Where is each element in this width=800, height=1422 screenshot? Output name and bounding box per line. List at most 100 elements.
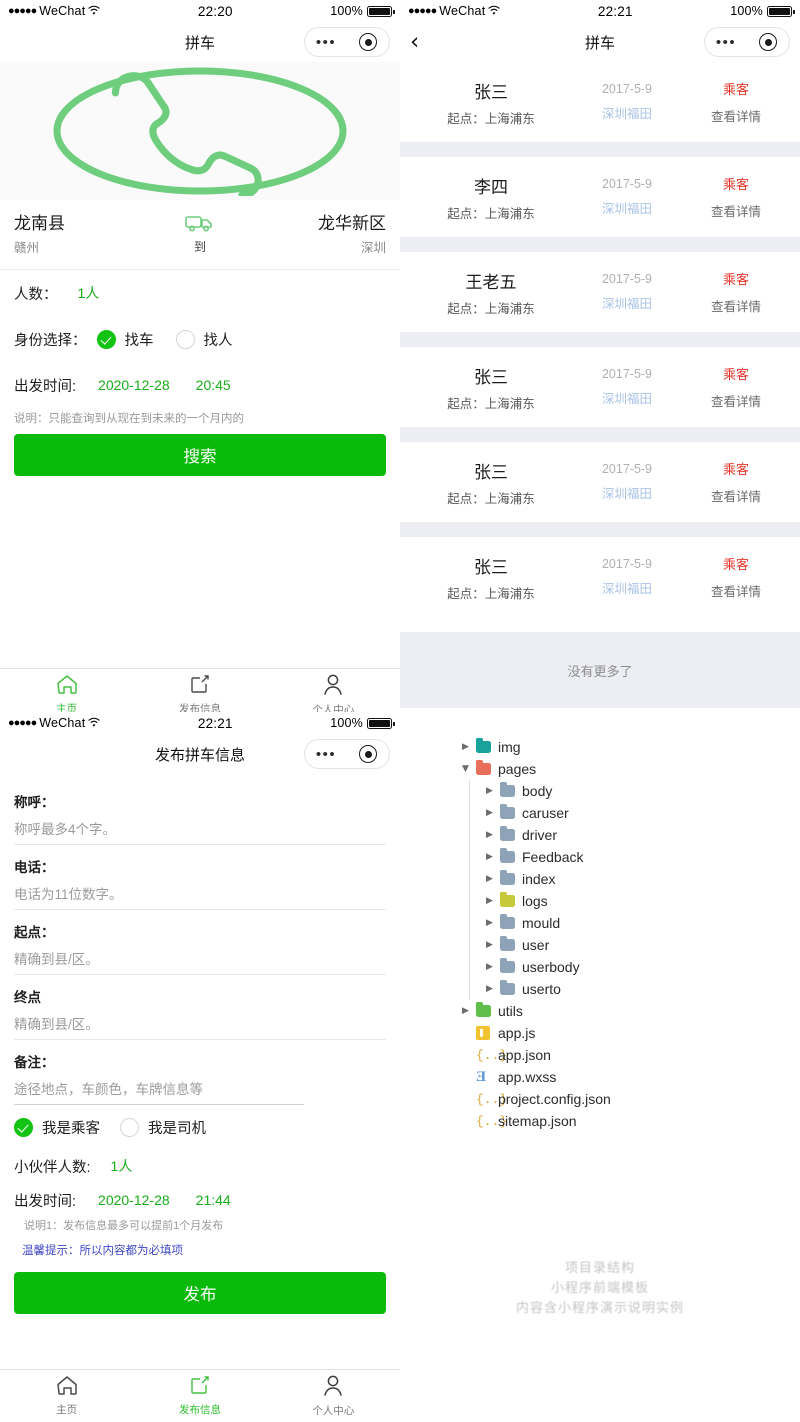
field-phone-input[interactable]: 电话为11位数字。 — [14, 883, 386, 910]
tree-node[interactable]: ▶app.js — [462, 1022, 800, 1044]
list-item-actions[interactable]: 乘客 查看详情 — [688, 364, 784, 410]
identity-option-find-person[interactable]: 找人 — [175, 329, 233, 350]
role-option-driver[interactable]: 我是司机 — [120, 1117, 206, 1138]
depart-time-value[interactable]: 20:45 — [196, 377, 231, 393]
tab-bar-publish: 主页 发布信息 个人中心 — [0, 1369, 400, 1422]
chevron-right-icon[interactable]: ▶ — [462, 742, 476, 752]
field-destination-input[interactable]: 精确到县/区。 — [14, 1013, 386, 1040]
search-note: 说明：只能查询到从现在到未来的一个月内的 — [14, 413, 244, 425]
radio-unchecked-icon[interactable] — [120, 1117, 139, 1137]
field-name-input[interactable]: 称呼最多4个字。 — [14, 818, 386, 845]
view-detail-link[interactable]: 查看详情 — [688, 201, 784, 220]
folder-icon — [500, 848, 522, 863]
chevron-right-icon[interactable]: ▶ — [486, 808, 500, 818]
search-button[interactable]: 搜索 — [14, 434, 386, 476]
more-dots-icon[interactable]: ••• — [705, 35, 747, 50]
battery-percent: 100% — [730, 4, 763, 18]
list-item-actions[interactable]: 乘客 查看详情 — [688, 174, 784, 220]
list-item-actions[interactable]: 乘客 查看详情 — [688, 79, 784, 125]
chevron-right-icon[interactable]: ▶ — [486, 830, 500, 840]
target-circle-icon[interactable] — [747, 33, 789, 51]
chevron-right-icon[interactable]: ▶ — [486, 984, 500, 994]
view-detail-link[interactable]: 查看详情 — [688, 106, 784, 125]
tree-node[interactable]: ▶ img — [462, 736, 800, 758]
field-origin-input[interactable]: 精确到县/区。 — [14, 948, 386, 975]
tree-node[interactable]: ▶{..}project.config.json — [462, 1088, 800, 1110]
more-dots-icon[interactable]: ••• — [305, 747, 347, 762]
list-item[interactable]: 张三 起点：上海浦东 2017-5-9 深圳福田 乘客 查看详情 — [400, 347, 800, 427]
wechat-capsule[interactable]: ••• — [704, 27, 790, 57]
people-count-row[interactable]: 人数： 1人 — [14, 270, 386, 316]
list-item-actions[interactable]: 乘客 查看详情 — [688, 554, 784, 600]
list-item-actions[interactable]: 乘客 查看详情 — [688, 459, 784, 505]
tree-node[interactable]: ▼ pages — [462, 758, 800, 780]
identity-option-find-car[interactable]: 找车 — [96, 329, 154, 350]
chevron-right-icon[interactable]: ▶ — [486, 874, 500, 884]
list-item[interactable]: 张三 起点：上海浦东 2017-5-9 深圳福田 乘客 查看详情 — [400, 442, 800, 522]
list-item[interactable]: 李四 起点：上海浦东 2017-5-9 深圳福田 乘客 查看详情 — [400, 157, 800, 237]
status-carrier-publish: ●●●●● WeChat — [8, 716, 100, 730]
tab-publish[interactable]: 发布信息 — [133, 1370, 266, 1422]
publish-depart-row[interactable]: 出发时间: 2020-12-28 21:44 — [14, 1183, 386, 1217]
tree-node[interactable]: ▶{..}sitemap.json — [462, 1110, 800, 1132]
route-summary[interactable]: 龙南县 赣州 到 龙华新区 深圳 — [0, 200, 400, 270]
view-detail-link[interactable]: 查看详情 — [688, 296, 784, 315]
chevron-right-icon[interactable]: ▶ — [486, 786, 500, 796]
partner-count-value[interactable]: 1人 — [111, 1156, 133, 1176]
chevron-right-icon[interactable]: ▶ — [486, 852, 500, 862]
tree-node[interactable]: ▶ user — [469, 934, 800, 956]
publish-depart-label: 出发时间: — [14, 1193, 77, 1210]
chevron-right-icon[interactable]: ▶ — [486, 962, 500, 972]
tree-node[interactable]: ▶ userbody — [469, 956, 800, 978]
people-count-value[interactable]: 1人 — [78, 283, 100, 303]
tree-node[interactable]: ▶ Feedback — [469, 846, 800, 868]
tree-node[interactable]: ▶{..}app.json — [462, 1044, 800, 1066]
publish-button[interactable]: 发布 — [14, 1272, 386, 1314]
tree-node[interactable]: ▶ driver — [469, 824, 800, 846]
target-circle-icon[interactable] — [347, 745, 389, 763]
tree-node[interactable]: ▶ body — [469, 780, 800, 802]
more-dots-icon[interactable]: ••• — [305, 35, 347, 50]
tree-node[interactable]: ▶ mould — [469, 912, 800, 934]
list-item-trip: 2017-5-9 深圳福田 — [566, 462, 688, 502]
depart-time-row[interactable]: 出发时间: 2020-12-28 20:45 — [14, 362, 386, 408]
chevron-left-icon[interactable]: ‹ — [410, 30, 436, 54]
list-item[interactable]: 张三 起点：上海浦东 2017-5-9 深圳福田 乘客 查看详情 — [400, 62, 800, 142]
field-remark-input[interactable]: 途径地点，车颜色，车牌信息等 — [14, 1078, 305, 1105]
tree-node[interactable]: ▶ logs — [469, 890, 800, 912]
depart-date-value[interactable]: 2020-12-28 — [98, 377, 170, 393]
chevron-right-icon[interactable]: ▶ — [486, 918, 500, 928]
chevron-right-icon[interactable]: ▶ — [486, 940, 500, 950]
wifi-icon — [488, 4, 500, 18]
tree-node[interactable]: ▶ caruser — [469, 802, 800, 824]
radio-unchecked-icon[interactable] — [175, 329, 195, 349]
chevron-down-icon[interactable]: ▼ — [462, 764, 476, 774]
partner-count-row[interactable]: 小伙伴人数: 1人 — [14, 1149, 386, 1183]
chevron-right-icon[interactable]: ▶ — [462, 1006, 476, 1016]
tab-home[interactable]: 主页 — [0, 1370, 133, 1422]
route-origin[interactable]: 龙南县 赣州 — [14, 213, 132, 257]
view-detail-link[interactable]: 查看详情 — [688, 581, 784, 600]
view-detail-link[interactable]: 查看详情 — [688, 391, 784, 410]
list-item-actions[interactable]: 乘客 查看详情 — [688, 269, 784, 315]
list-item-person: 李四 起点：上海浦东 — [416, 173, 566, 222]
tree-node[interactable]: ▶Ǝapp.wxss — [462, 1066, 800, 1088]
tab-profile[interactable]: 个人中心 — [267, 1370, 400, 1422]
view-detail-link[interactable]: 查看详情 — [688, 486, 784, 505]
target-circle-icon[interactable] — [347, 33, 389, 51]
battery-percent: 100% — [330, 716, 363, 730]
wechat-capsule[interactable]: ••• — [304, 739, 390, 769]
route-destination[interactable]: 龙华新区 深圳 — [268, 213, 386, 257]
publish-depart-time[interactable]: 21:44 — [196, 1192, 231, 1208]
tree-node[interactable]: ▶ index — [469, 868, 800, 890]
wechat-capsule[interactable]: ••• — [304, 27, 390, 57]
tree-node[interactable]: ▶ utils — [462, 1000, 800, 1022]
list-item[interactable]: 张三 起点：上海浦东 2017-5-9 深圳福田 乘客 查看详情 — [400, 537, 800, 617]
tree-node[interactable]: ▶ userto — [469, 978, 800, 1000]
radio-checked-icon[interactable] — [14, 1117, 33, 1137]
chevron-right-icon[interactable]: ▶ — [486, 896, 500, 906]
role-option-passenger[interactable]: 我是乘客 — [14, 1117, 100, 1138]
list-item[interactable]: 王老五 起点：上海浦东 2017-5-9 深圳福田 乘客 查看详情 — [400, 252, 800, 332]
publish-depart-date[interactable]: 2020-12-28 — [98, 1192, 170, 1208]
radio-checked-icon[interactable] — [96, 329, 116, 349]
